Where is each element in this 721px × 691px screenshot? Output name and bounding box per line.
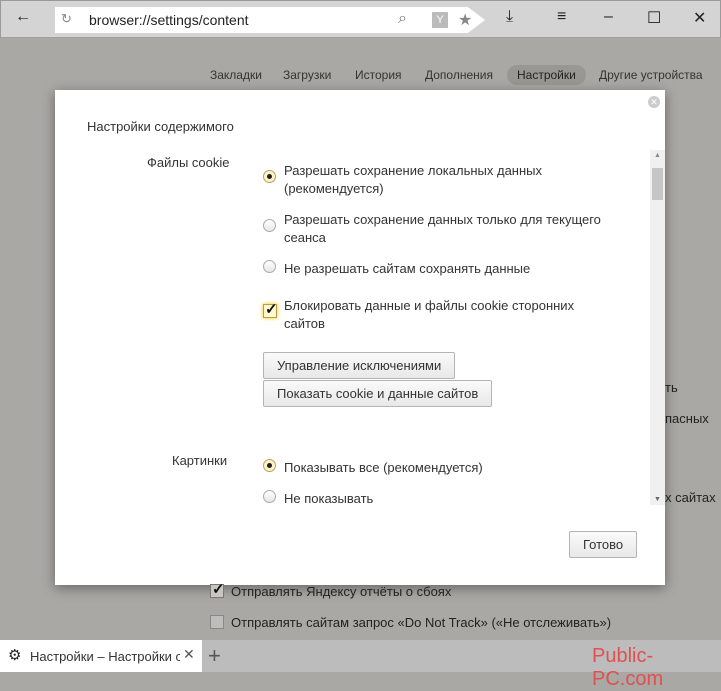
cookie-session-label: Разрешать сохранение данных только для т… [284,212,601,227]
scroll-down-icon[interactable]: ▼ [654,496,661,503]
dialog-title: Настройки содержимого [87,119,234,134]
url-text[interactable]: browser://settings/content [89,12,249,28]
scroll-up-icon[interactable]: ▲ [654,152,661,159]
scrollbar-thumb[interactable] [652,168,663,200]
images-hide-radio[interactable] [263,490,276,503]
zoom-out-icon[interactable]: ⌕ [398,10,407,28]
cookies-label: Файлы cookie [147,155,230,170]
reload-icon[interactable]: ↻ [61,11,72,27]
done-button[interactable]: Готово [569,531,638,558]
dialog-scrollbar[interactable]: ▲ ▼ [650,150,665,505]
checkmark-icon: ✓ [265,301,278,318]
cookie-allow-label-2: (рекомендуется) [284,181,384,196]
images-hide-label: Не показывать [284,491,374,506]
cookie-allow-label: Разрешать сохранение локальных данных [284,163,543,178]
cookie-session-label-2: сеанса [284,230,326,245]
cookie-block-radio[interactable] [263,260,276,273]
block-third-party-checkbox[interactable]: ✓ [263,301,278,318]
close-tab-icon[interactable]: ✕ [183,646,195,663]
images-label: Картинки [172,453,228,468]
downloads-icon[interactable]: ⤓ [506,8,513,26]
dnt-label: Отправлять сайтам запрос «Do Not Track» … [231,615,612,630]
nav-extensions[interactable]: Дополнения [425,68,493,82]
send-reports-label: Отправлять Яндексу отчёты о сбоях [231,584,452,599]
browser-toolbar: ← ↻ browser://settings/content ⌕ Y ★ ⤓ ≡… [0,0,721,38]
nav-settings[interactable]: Настройки [507,65,586,85]
show-cookies-button[interactable]: Показать cookie и данные сайтов [263,380,493,407]
block-third-party-label: Блокировать данные и файлы cookie сторон… [284,298,575,313]
cookie-session-radio[interactable] [263,219,276,232]
nav-bookmarks[interactable]: Закладки [210,68,262,82]
images-show-label: Показывать все (рекомендуется) [284,460,483,475]
bookmark-star-icon[interactable]: ★ [458,10,472,30]
nav-downloads[interactable]: Загрузки [283,68,331,82]
send-reports-checkbox[interactable]: ✓ [210,581,225,598]
block-third-party-label-2: сайтов [284,316,325,331]
maximize-icon[interactable]: ☐ [647,8,661,28]
nav-other-devices[interactable]: Другие устройства [599,68,703,82]
manage-exceptions-button[interactable]: Управление исключениями [263,352,456,379]
cookie-allow-radio[interactable] [263,170,276,183]
address-bar[interactable]: ↻ browser://settings/content ⌕ Y ★ [55,7,485,33]
gear-icon: ⚙ [8,647,22,664]
minimize-icon[interactable]: – [604,8,613,26]
back-arrow-icon[interactable]: ← [15,8,31,26]
menu-icon[interactable]: ≡ [557,8,566,26]
tab-settings[interactable]: ⚙ Настройки – Настройки с ✕ [0,640,202,672]
yandex-protect-icon[interactable]: Y [432,12,448,28]
cookie-block-label: Не разрешать сайтам сохранять данные [284,261,531,276]
background-text: пасных [665,411,709,426]
dnt-checkbox[interactable] [210,615,224,629]
close-dialog-icon[interactable]: ✕ [648,96,660,108]
background-text: ть [665,380,678,395]
background-text: х сайтах [665,490,716,505]
new-tab-icon[interactable]: + [208,643,221,669]
nav-history[interactable]: История [355,68,402,82]
watermark: Public-PC.com [592,645,664,690]
images-show-radio[interactable] [263,459,276,472]
tab-title: Настройки – Настройки с [30,649,180,664]
content-settings-dialog: ✕ Настройки содержимого Файлы cookie Раз… [55,90,665,585]
tab-bar: ⚙ Настройки – Настройки с ✕ + Public-PC.… [0,640,721,690]
close-window-icon[interactable]: ✕ [693,8,706,28]
checkmark-icon: ✓ [212,581,225,598]
